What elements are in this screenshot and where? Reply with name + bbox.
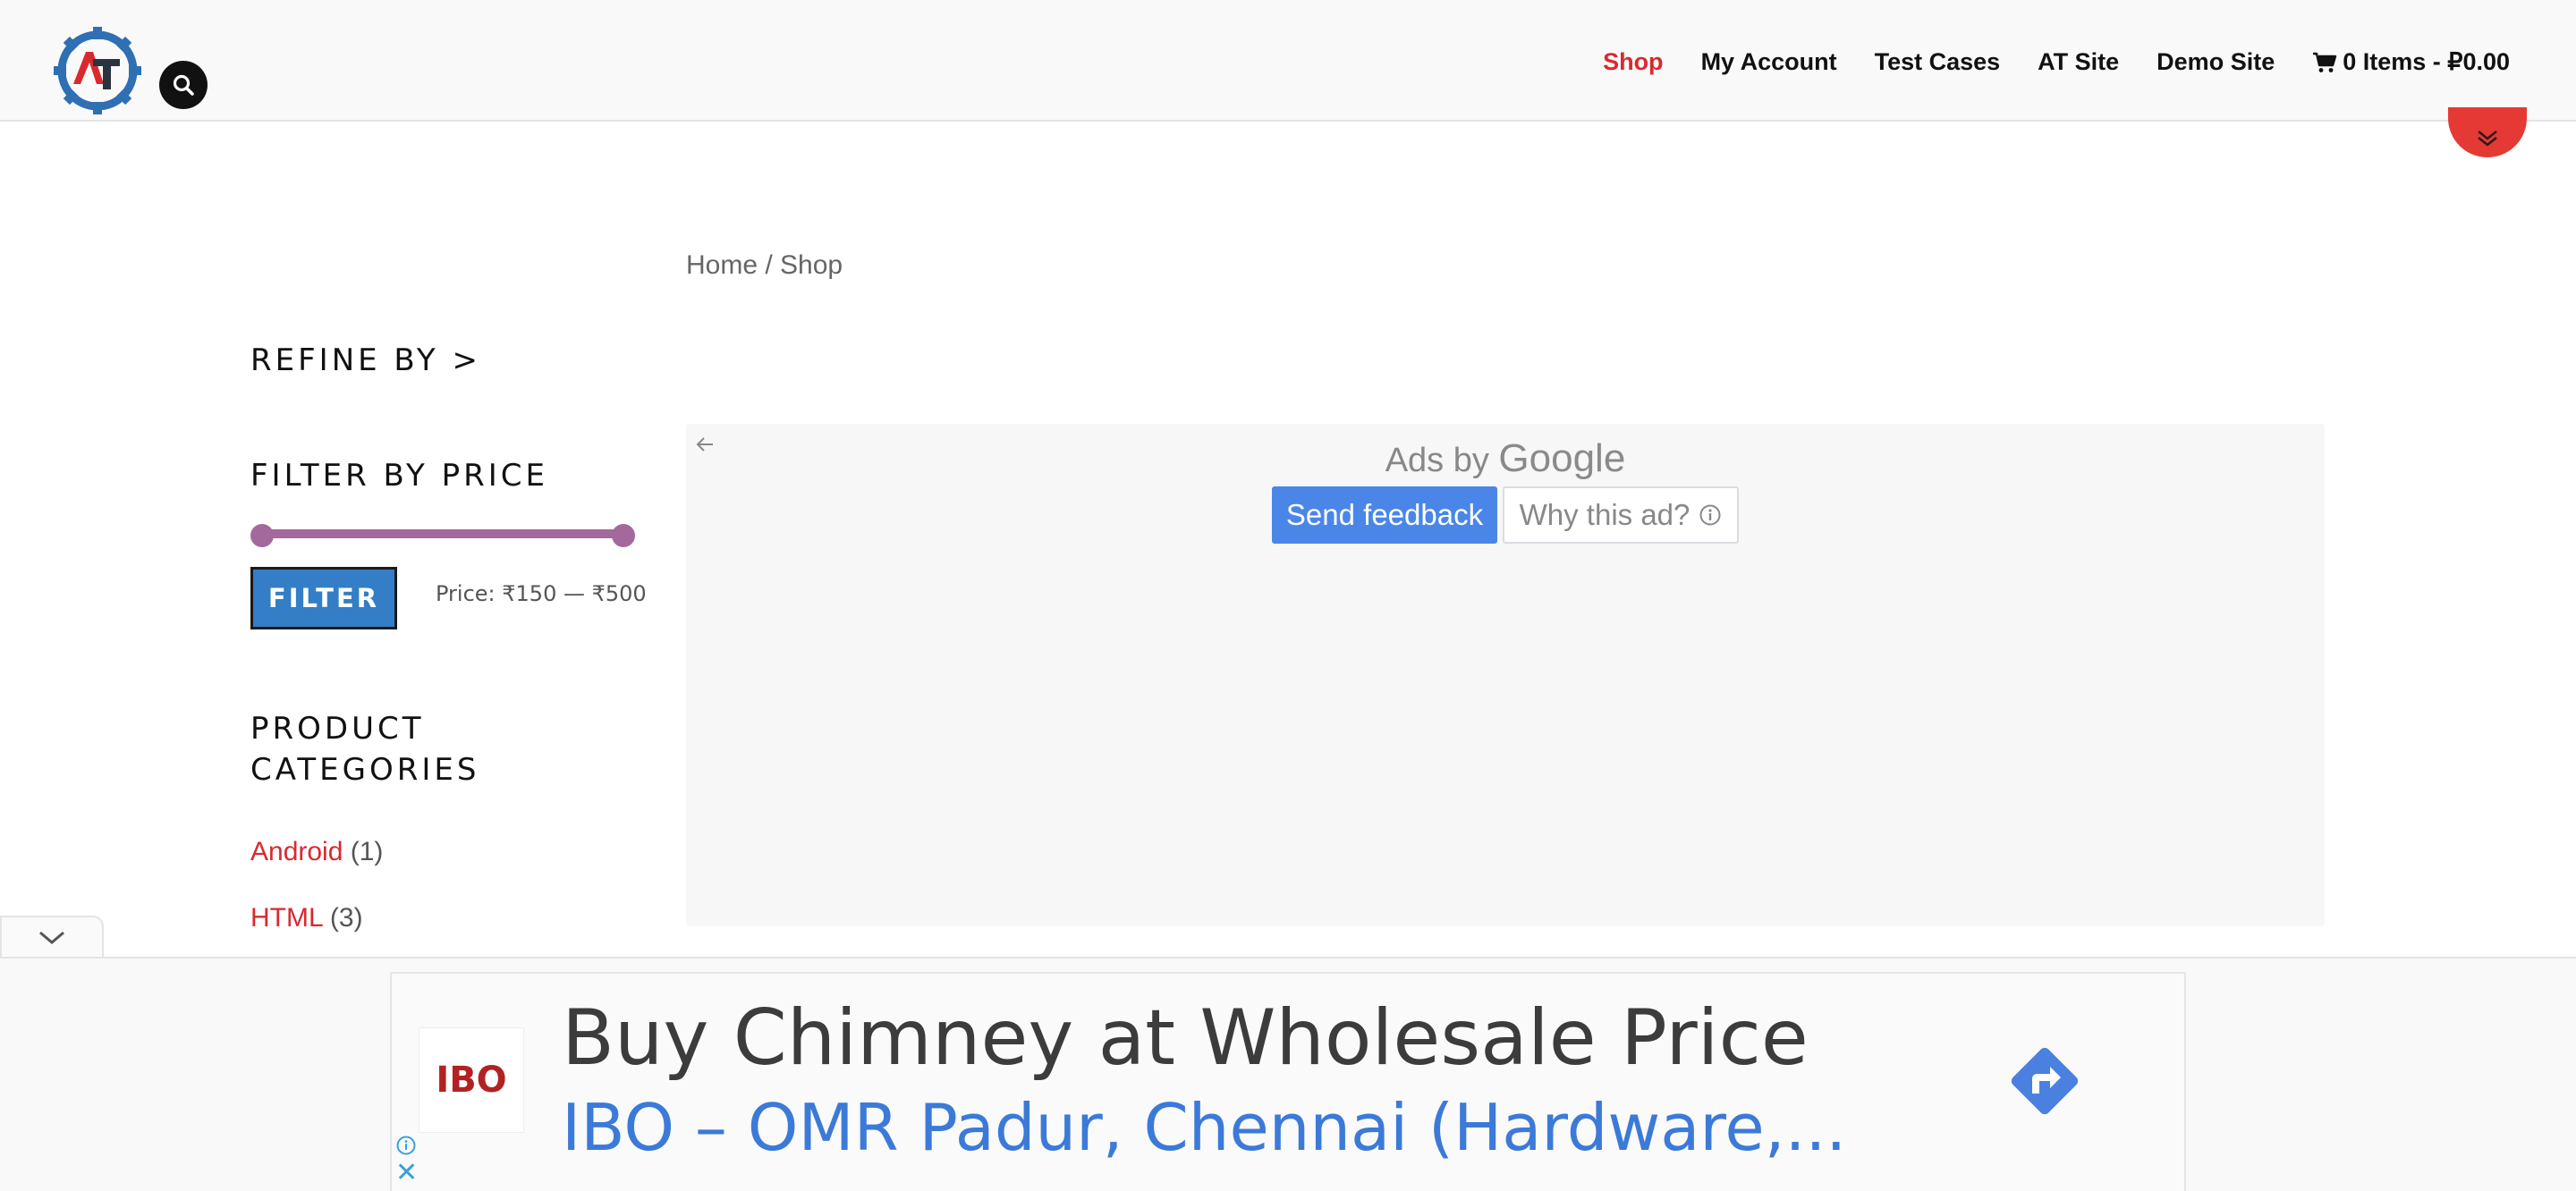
price-range-label: Price: ₹150 — ₹500	[436, 581, 647, 606]
send-feedback-button[interactable]: Send feedback	[1272, 486, 1497, 544]
scroll-down-button[interactable]	[2448, 107, 2527, 157]
why-this-ad-button[interactable]: Why this ad?	[1503, 486, 1739, 544]
cart-icon	[2313, 52, 2337, 72]
refine-by-heading[interactable]: REFINE BY >	[250, 342, 608, 378]
search-button[interactable]	[159, 61, 208, 109]
slider-max-handle[interactable]	[612, 524, 635, 547]
ad-headline[interactable]: Buy Chimney at Wholesale Price	[562, 993, 1809, 1083]
nav-shop[interactable]: Shop	[1603, 48, 1664, 76]
filter-button[interactable]: FILTER	[250, 567, 397, 629]
ad-close-icon[interactable]: ✕	[395, 1160, 418, 1187]
nav-my-account[interactable]: My Account	[1701, 48, 1837, 76]
why-this-ad-label: Why this ad?	[1519, 498, 1690, 531]
nav-demo-site[interactable]: Demo Site	[2157, 48, 2275, 76]
directions-icon[interactable]	[2002, 1038, 2088, 1128]
chevron-down-icon	[39, 931, 64, 944]
category-link[interactable]: HTML	[250, 903, 323, 933]
filter-by-price-heading: FILTER BY PRICE	[250, 458, 548, 494]
anchor-ad[interactable]: IBO Buy Chimney at Wholesale Price IBO –…	[390, 972, 2186, 1191]
gear-logo-icon	[54, 27, 141, 114]
category-item-html[interactable]: HTML (3)	[250, 903, 363, 933]
category-link[interactable]: Android	[250, 837, 343, 866]
google-ad-container: Ads by Google Send feedback Why this ad?	[686, 424, 2325, 926]
advertiser-logo-text: IBO	[436, 1060, 507, 1101]
price-range-slider[interactable]	[250, 524, 635, 547]
ads-by-text: Ads by	[1385, 442, 1489, 479]
slider-min-handle[interactable]	[250, 524, 274, 547]
search-icon	[173, 74, 194, 96]
category-count: (1)	[350, 837, 384, 866]
cart-label: 0 Items - ₽0.00	[2343, 48, 2510, 75]
ad-advertiser-line[interactable]: IBO – OMR Padur, Chennai (Hardware,...	[562, 1090, 1846, 1165]
info-icon	[1699, 504, 1721, 526]
category-item-android[interactable]: Android (1)	[250, 837, 383, 867]
slider-track	[261, 529, 624, 538]
site-logo[interactable]	[52, 25, 143, 116]
nav-cart[interactable]: 0 Items - ₽0.00	[2312, 48, 2510, 76]
product-categories-heading: PRODUCT CATEGORIES	[250, 711, 480, 788]
category-count: (3)	[329, 903, 363, 933]
anchor-ad-bar: IBO Buy Chimney at Wholesale Price IBO –…	[0, 957, 2576, 1191]
ads-by-google-label: Ads by Google	[686, 436, 2325, 481]
nav-test-cases[interactable]: Test Cases	[1875, 48, 2001, 76]
main-nav: Shop My Account Test Cases AT Site Demo …	[1603, 48, 2510, 76]
google-wordmark: Google	[1498, 436, 1626, 480]
nav-at-site[interactable]: AT Site	[2038, 48, 2119, 76]
chevron-double-down-icon	[2478, 130, 2497, 147]
advertiser-logo[interactable]: IBO	[419, 1027, 524, 1133]
anchor-ad-collapse-tab[interactable]	[0, 916, 104, 959]
breadcrumb[interactable]: Home / Shop	[686, 250, 843, 281]
site-header: Shop My Account Test Cases AT Site Demo …	[0, 0, 2576, 122]
